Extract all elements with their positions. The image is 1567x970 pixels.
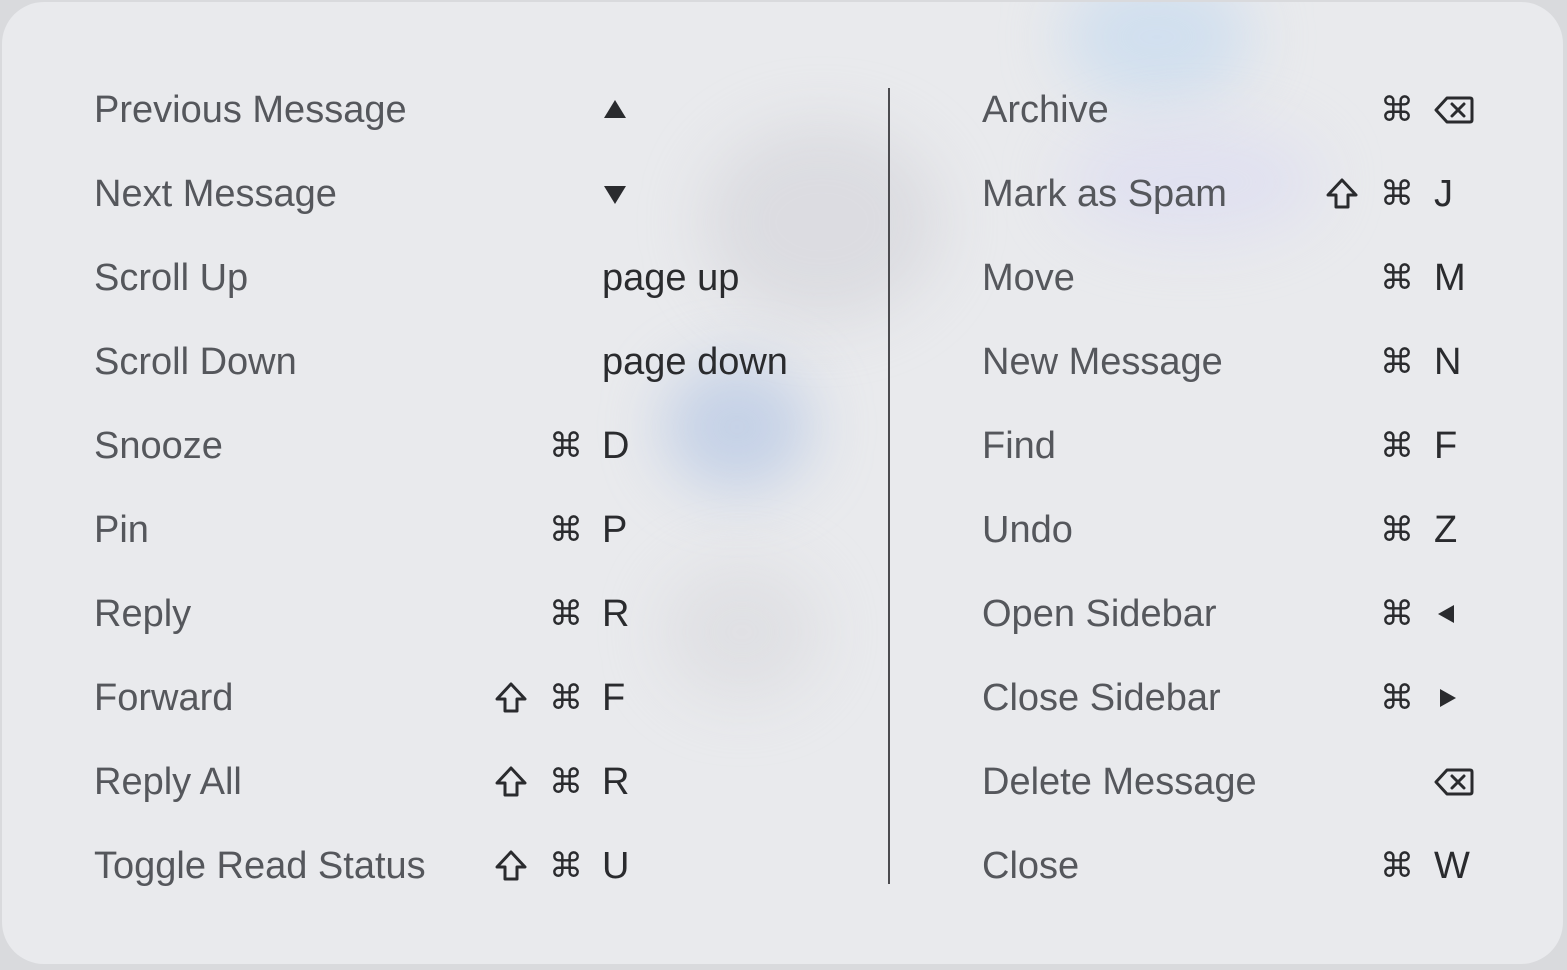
command-key: ⌘ bbox=[549, 426, 583, 466]
shortcut-label: Pin bbox=[94, 509, 149, 551]
key-u: U bbox=[602, 845, 630, 887]
command-key: ⌘ bbox=[549, 678, 583, 718]
command-key: ⌘ bbox=[1380, 594, 1414, 634]
shortcut-label: Close bbox=[982, 845, 1080, 887]
command-key: ⌘ bbox=[549, 594, 583, 634]
left-arrow-icon bbox=[1434, 584, 1460, 627]
shift-icon bbox=[494, 836, 528, 883]
shortcut-row: Find ⌘ F bbox=[982, 416, 1502, 476]
shortcut-row: Scroll Up page up bbox=[94, 248, 854, 308]
command-key: ⌘ bbox=[549, 762, 583, 802]
command-key: ⌘ bbox=[1380, 90, 1414, 130]
shortcut-label: Reply bbox=[94, 593, 192, 635]
key-r: R bbox=[602, 593, 630, 635]
shortcut-row: Archive ⌘ bbox=[982, 80, 1502, 140]
shortcut-label: Reply All bbox=[94, 761, 242, 803]
shortcut-row: Undo ⌘ Z bbox=[982, 500, 1502, 560]
command-key: ⌘ bbox=[1380, 846, 1414, 886]
command-key: ⌘ bbox=[1380, 426, 1414, 466]
shift-icon bbox=[1325, 164, 1359, 211]
shortcut-row: New Message ⌘ N bbox=[982, 332, 1502, 392]
column-divider bbox=[888, 88, 890, 884]
key-m: M bbox=[1434, 257, 1466, 299]
shortcut-row: Close ⌘ W bbox=[982, 836, 1502, 896]
shift-icon bbox=[494, 668, 528, 715]
delete-key-icon bbox=[1434, 80, 1474, 125]
key-page-up: page up bbox=[602, 257, 740, 299]
shortcut-label: Snooze bbox=[94, 425, 223, 467]
key-n: N bbox=[1434, 341, 1462, 383]
key-r: R bbox=[602, 761, 630, 803]
command-key: ⌘ bbox=[1380, 174, 1414, 214]
shortcut-row: Scroll Down page down bbox=[94, 332, 854, 392]
shortcut-row: Reply ⌘ R bbox=[94, 584, 854, 644]
key-j: J bbox=[1434, 173, 1453, 215]
key-z: Z bbox=[1434, 509, 1458, 551]
shortcut-row: Snooze ⌘ D bbox=[94, 416, 854, 476]
command-key: ⌘ bbox=[549, 510, 583, 550]
shortcut-row: Pin ⌘ P bbox=[94, 500, 854, 560]
command-key: ⌘ bbox=[1380, 342, 1414, 382]
shortcut-row: Forward ⌘ F bbox=[94, 668, 854, 728]
key-f: F bbox=[1434, 425, 1458, 467]
shortcut-label: New Message bbox=[982, 341, 1223, 383]
shortcut-label: Previous Message bbox=[94, 89, 407, 131]
shortcut-label: Archive bbox=[982, 89, 1109, 131]
shortcut-label: Scroll Up bbox=[94, 257, 249, 299]
key-page-down: page down bbox=[602, 341, 788, 383]
shortcut-label: Find bbox=[982, 425, 1056, 467]
shortcut-row: Delete Message bbox=[982, 752, 1502, 812]
shift-icon bbox=[494, 752, 528, 799]
shortcut-label: Next Message bbox=[94, 173, 337, 215]
shortcut-label: Undo bbox=[982, 509, 1073, 551]
shortcut-label: Delete Message bbox=[982, 761, 1257, 803]
command-key: ⌘ bbox=[549, 846, 583, 886]
shortcut-row: Previous Message bbox=[94, 80, 854, 140]
shortcut-label: Move bbox=[982, 257, 1075, 299]
right-arrow-icon bbox=[1434, 668, 1460, 711]
shortcut-label: Close Sidebar bbox=[982, 677, 1221, 719]
shortcut-label: Open Sidebar bbox=[982, 593, 1217, 635]
shortcut-label: Toggle Read Status bbox=[94, 845, 426, 887]
shortcut-row: Close Sidebar ⌘ bbox=[982, 668, 1502, 728]
shortcut-label: Forward bbox=[94, 677, 234, 719]
command-key: ⌘ bbox=[1380, 678, 1414, 718]
delete-key-icon bbox=[1434, 752, 1474, 797]
key-w: W bbox=[1434, 845, 1470, 887]
shortcut-row: Open Sidebar ⌘ bbox=[982, 584, 1502, 644]
shortcut-label: Scroll Down bbox=[94, 341, 297, 383]
key-p: P bbox=[602, 509, 628, 551]
shortcut-row: Toggle Read Status ⌘ U bbox=[94, 836, 854, 896]
up-arrow-icon bbox=[602, 80, 628, 123]
key-d: D bbox=[602, 425, 630, 467]
shortcut-label: Mark as Spam bbox=[982, 173, 1227, 215]
shortcut-row: Next Message bbox=[94, 164, 854, 224]
shortcut-row: Mark as Spam ⌘ J bbox=[982, 164, 1502, 224]
shortcut-row: Reply All ⌘ R bbox=[94, 752, 854, 812]
key-f: F bbox=[602, 677, 626, 719]
command-key: ⌘ bbox=[1380, 510, 1414, 550]
down-arrow-icon bbox=[602, 164, 628, 207]
keyboard-shortcuts-panel: Previous Message Next Message Scroll Up pag… bbox=[2, 2, 1563, 964]
shortcut-row: Move ⌘ M bbox=[982, 248, 1502, 308]
command-key: ⌘ bbox=[1380, 258, 1414, 298]
